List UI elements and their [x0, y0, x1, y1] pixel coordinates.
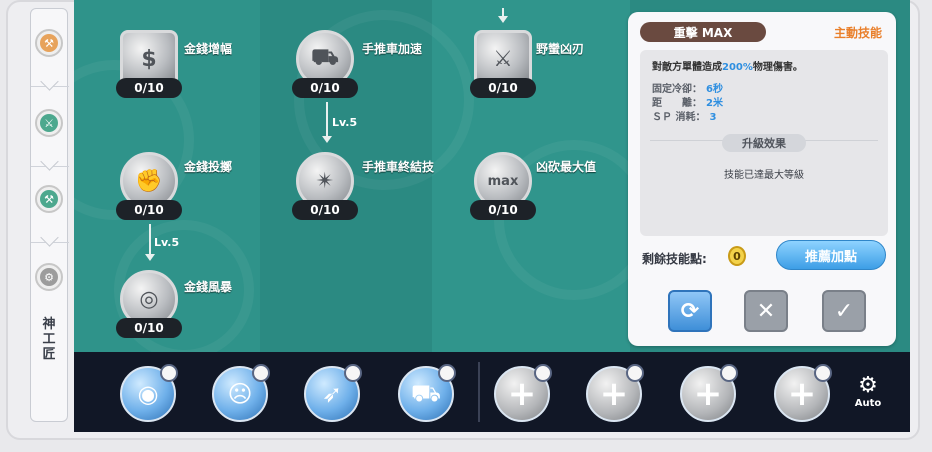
auto-label: Auto [854, 398, 882, 409]
slot-marker [814, 364, 832, 382]
skill-type: 主動技能 [833, 26, 882, 40]
requirement-level: Lv.5 [154, 236, 180, 249]
skill-description-box: 對敵方單體造成200%物理傷害。 固定冷卻： 6秒 距 離： 2米 ＳＰ 消耗： 3 … [640, 50, 888, 236]
hotbar-slot-7[interactable]: + [680, 364, 738, 422]
skill-node-coin-throw[interactable]: ✊ 0/10 [116, 152, 186, 226]
slot-marker [160, 364, 178, 382]
cart-icon: ⚙ [40, 268, 58, 286]
upgrade-effect-header: 升級效果 [722, 134, 806, 152]
nav-item-axe[interactable]: ⚔ [35, 109, 63, 137]
slot-marker [252, 364, 270, 382]
skill-name: 凶砍最大值 [536, 160, 597, 174]
hotbar-slot-8[interactable]: + [774, 364, 832, 422]
skill-name: 金錢增幅 [184, 42, 233, 56]
skill-hotbar: ◉ ☹ ➶ ⛟ + + + + ⚙ Auto [74, 352, 910, 432]
gear-icon: ⚙ [858, 373, 878, 398]
nav-item-hammer[interactable]: ⚒ [35, 185, 63, 213]
hotbar-separator [478, 362, 480, 422]
skill-name: 金錢投擲 [184, 160, 233, 174]
hammer-icon: ⚒ [40, 190, 58, 208]
stat-value: 3 [709, 112, 717, 123]
arrow-head [498, 16, 508, 23]
dash-icon: ➶ [321, 380, 343, 408]
skill-level-badge: 0/10 [116, 318, 182, 338]
skill-node-coin-storm[interactable]: ◎ 0/10 [116, 270, 186, 344]
skill-description: 對敵方單體造成200%物理傷害。 [652, 58, 803, 73]
nav-divider [31, 75, 69, 87]
slot-marker [626, 364, 644, 382]
category-sidebar: ⚒ ⚔ ⚒ ⚙ 神工匠 [30, 8, 69, 422]
nav-item-cart[interactable]: ⚙ [35, 263, 63, 291]
description-prefix: 對敵方單體造成 [652, 62, 722, 73]
skill-node-cart-finisher[interactable]: ✴ 0/10 [292, 152, 362, 226]
arrow-head [322, 136, 332, 143]
plus-icon: + [693, 374, 723, 414]
arrow-head [145, 254, 155, 261]
nav-item-blacksmith[interactable]: ⚒ [35, 29, 63, 57]
class-label: 神工匠 [42, 317, 56, 362]
nav-divider [31, 231, 69, 243]
stat-range: 距 離： 2米 [652, 94, 723, 109]
skill-level-badge: 0/10 [116, 78, 182, 98]
blacksmith-icon: ⚒ [40, 34, 58, 52]
skill-level-badge: 0/10 [292, 78, 358, 98]
skill-node-money-boost[interactable]: $ 0/10 [116, 30, 186, 104]
skill-level-badge: 0/10 [116, 200, 182, 220]
stat-sp-cost: ＳＰ 消耗： 3 [652, 108, 716, 123]
refresh-icon: ⟳ [680, 298, 700, 324]
skill-name: 手推車加速 [362, 42, 423, 56]
remaining-points-value: 0 [728, 246, 746, 266]
hotbar-slot-4[interactable]: ⛟ [398, 364, 456, 422]
stat-label: ＳＰ 消耗： [652, 112, 706, 123]
nav-divider [31, 155, 69, 167]
skill-title: 重擊 MAX [640, 22, 766, 42]
coin-throw-icon: ◉ [137, 380, 159, 408]
reset-button[interactable]: ⟳ [668, 290, 712, 332]
close-icon: ✕ [756, 298, 776, 324]
hotbar-slot-2[interactable]: ☹ [212, 364, 270, 422]
skill-level-badge: 0/10 [292, 200, 358, 220]
requirement-arrow [326, 102, 328, 136]
skill-level-badge: 0/10 [470, 200, 536, 220]
hotbar-slot-3[interactable]: ➶ [304, 364, 362, 422]
hotbar-slot-5[interactable]: + [494, 364, 552, 422]
plus-icon: + [599, 374, 629, 414]
skill-name: 手推車終結技 [362, 160, 435, 174]
confirm-button[interactable]: ✓ [822, 290, 866, 332]
skill-name: 野蠻凶刃 [536, 42, 585, 56]
skill-name: 金錢風暴 [184, 280, 233, 294]
damage-percent: 200% [722, 62, 753, 73]
skill-detail-panel: 重擊 MAX 主動技能 對敵方單體造成200%物理傷害。 固定冷卻： 6秒 距 離… [628, 12, 896, 346]
slot-marker [344, 364, 362, 382]
axe-icon: ⚔ [40, 114, 58, 132]
stat-cooldown: 固定冷卻： 6秒 [652, 80, 723, 95]
remaining-points-label: 剩餘技能點: [642, 252, 707, 266]
auto-button[interactable]: ⚙ Auto [848, 374, 888, 418]
skill-node-cart-boost[interactable]: ⛟ 0/10 [292, 30, 362, 104]
requirement-arrow [149, 224, 151, 254]
skill-node-savage-blade[interactable]: ⚔ 0/10 [470, 30, 540, 104]
description-suffix: 物理傷害。 [752, 62, 803, 73]
plus-icon: + [787, 374, 817, 414]
screaming-face-icon: ☹ [227, 380, 253, 408]
check-icon: ✓ [834, 298, 854, 324]
skill-level-badge: 0/10 [470, 78, 536, 98]
hotbar-slot-6[interactable]: + [586, 364, 644, 422]
plus-icon: + [507, 374, 537, 414]
cancel-button[interactable]: ✕ [744, 290, 788, 332]
skill-node-max-chop[interactable]: max 0/10 [470, 152, 540, 226]
requirement-level: Lv.5 [332, 116, 358, 129]
recommend-points-button[interactable]: 推薦加點 [776, 240, 886, 270]
upgrade-effect-text: 技能已達最大等級 [724, 170, 804, 181]
slot-marker [534, 364, 552, 382]
slot-marker [720, 364, 738, 382]
hotbar-slot-1[interactable]: ◉ [120, 364, 178, 422]
slot-marker [438, 364, 456, 382]
cart-attack-icon: ⛟ [410, 378, 442, 407]
